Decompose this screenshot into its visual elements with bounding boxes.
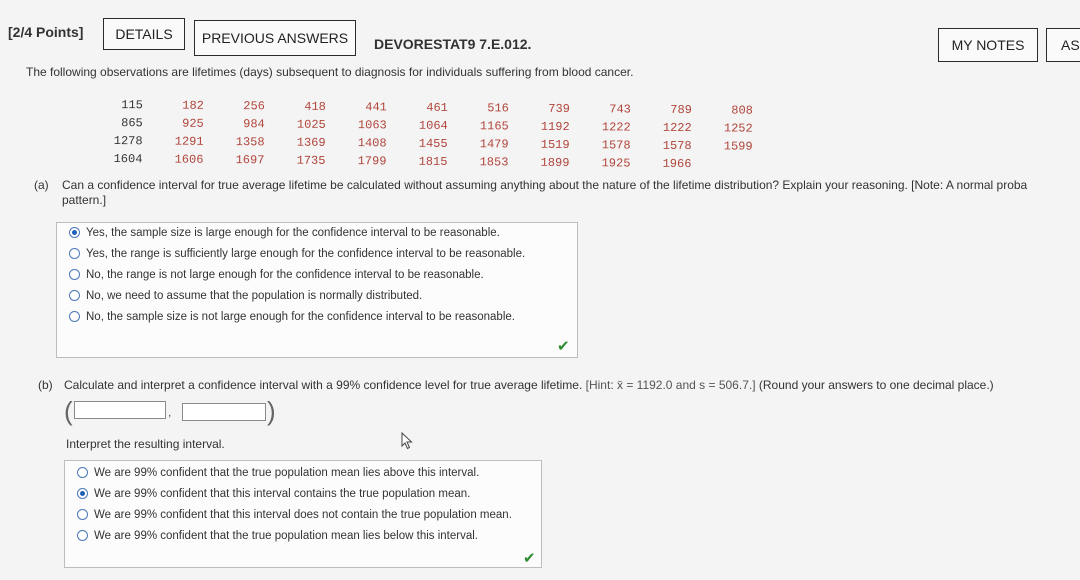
part-a-option-label: Yes, the range is sufficiently large eno… xyxy=(86,247,526,260)
previous-answers-button[interactable]: PREVIOUS ANSWERS xyxy=(194,20,356,56)
table-cell: 1025 xyxy=(296,117,326,132)
part-a-option-4[interactable]: No, we need to assume that the populatio… xyxy=(57,285,577,306)
table-cell: 1519 xyxy=(540,137,570,153)
table-cell: 1064 xyxy=(418,118,448,133)
table-cell: 461 xyxy=(426,100,448,115)
radio-button[interactable] xyxy=(69,311,80,322)
table-cell: 1578 xyxy=(601,138,631,153)
radio-button[interactable] xyxy=(77,509,88,520)
table-cell: 925 xyxy=(182,116,204,131)
table-cell: 739 xyxy=(548,101,570,117)
part-b-question-text: Calculate and interpret a confidence int… xyxy=(64,378,583,392)
table-cell: 1291 xyxy=(174,134,204,149)
table-cell: 1606 xyxy=(174,152,204,167)
table-cell: 984 xyxy=(243,117,265,132)
part-b-option-4[interactable]: We are 99% confident that the true popul… xyxy=(65,525,541,546)
table-cell: 1222 xyxy=(601,120,631,135)
table-cell: 1578 xyxy=(662,138,692,154)
part-a-question-line1: Can a confidence interval for true avera… xyxy=(62,178,1028,192)
ask-button[interactable]: AS xyxy=(1046,28,1080,62)
table-cell: 1899 xyxy=(540,155,570,171)
ci-lower-input[interactable] xyxy=(74,401,166,419)
table-cell: 1165 xyxy=(479,119,509,134)
close-paren: ) xyxy=(267,396,276,426)
table-cell: 1192 xyxy=(540,119,570,135)
part-a-option-label: No, the sample size is not large enough … xyxy=(86,310,515,323)
part-a-question-line2: pattern.] xyxy=(62,193,107,207)
table-cell: 418 xyxy=(304,99,326,114)
observations-table: 115 182 256 418 441 461 516 739 743 789 808 865 925 9… xyxy=(107,96,779,174)
part-a-question: (a) Can a confidence interval for true av… xyxy=(34,178,1080,208)
details-button[interactable]: DETAILS xyxy=(103,18,185,50)
table-cell: 1479 xyxy=(479,137,509,152)
question-id: DEVORESTAT9 7.E.012. xyxy=(374,36,532,52)
table-cell: 1604 xyxy=(113,152,143,167)
table-cell: 1735 xyxy=(296,153,326,168)
points-label: [2/4 Points] xyxy=(8,24,84,40)
part-a-option-2[interactable]: Yes, the range is sufficiently large eno… xyxy=(57,243,577,264)
table-cell: 182 xyxy=(182,98,204,113)
table-cell: 1966 xyxy=(662,156,692,172)
part-b-option-2[interactable]: We are 99% confident that this interval … xyxy=(65,483,541,504)
table-cell: 1697 xyxy=(235,153,265,168)
table-cell: 1853 xyxy=(479,155,509,170)
table-cell: 1815 xyxy=(418,154,448,169)
table-cell: 1799 xyxy=(357,154,387,169)
table-cell: 1369 xyxy=(296,135,326,150)
check-icon: ✔ xyxy=(523,550,536,567)
part-b-option-label: We are 99% confident that this interval … xyxy=(94,487,471,500)
part-b-hint: [Hint: x̄ = 1192.0 and s = 506.7.] xyxy=(585,378,756,392)
part-b-options: We are 99% confident that the true popul… xyxy=(64,460,542,568)
part-a-option-5[interactable]: No, the sample size is not large enough … xyxy=(57,306,577,327)
comma-separator: , xyxy=(168,405,172,419)
mouse-cursor-icon xyxy=(401,431,413,455)
radio-button[interactable] xyxy=(77,467,88,478)
part-a-label: (a) xyxy=(34,178,49,192)
part-a-option-label: Yes, the sample size is large enough for… xyxy=(86,226,500,239)
check-icon: ✔ xyxy=(557,338,570,355)
part-b-question: (b) Calculate and interpret a confidence … xyxy=(38,378,1078,392)
intro-text: The following observations are lifetimes… xyxy=(26,65,634,79)
table-cell: 1278 xyxy=(113,134,143,149)
table-cell: 789 xyxy=(670,102,692,118)
table-cell: 1599 xyxy=(723,139,753,154)
open-paren: ( xyxy=(64,396,73,426)
table-cell: 865 xyxy=(121,116,143,131)
table-cell: 1358 xyxy=(235,135,265,150)
radio-button[interactable] xyxy=(77,488,88,499)
table-cell: 1455 xyxy=(418,136,448,151)
part-a-option-label: No, we need to assume that the populatio… xyxy=(86,289,423,302)
part-a-options: Yes, the sample size is large enough for… xyxy=(56,222,578,358)
radio-button[interactable] xyxy=(69,248,80,259)
table-cell: 256 xyxy=(243,99,265,114)
table-cell: 1408 xyxy=(357,136,387,151)
part-b-option-label: We are 99% confident that this interval … xyxy=(94,508,512,521)
radio-button[interactable] xyxy=(77,530,88,541)
part-b-round-note: (Round your answers to one decimal place… xyxy=(758,378,994,392)
part-b-option-label: We are 99% confident that the true popul… xyxy=(94,529,478,542)
table-cell: 115 xyxy=(121,98,143,113)
table-cell: 516 xyxy=(487,101,509,116)
table-cell: 808 xyxy=(731,103,753,118)
table-cell: 1925 xyxy=(601,156,631,171)
part-a-option-label: No, the range is not large enough for th… xyxy=(86,268,484,281)
ci-upper-input[interactable] xyxy=(182,403,266,421)
part-b-option-label: We are 99% confident that the true popul… xyxy=(94,466,480,479)
radio-button[interactable] xyxy=(69,269,80,280)
table-cell: 743 xyxy=(609,102,631,117)
my-notes-button[interactable]: MY NOTES xyxy=(938,28,1038,62)
radio-button[interactable] xyxy=(69,290,80,301)
table-cell: 1063 xyxy=(357,118,387,133)
table-cell: 1222 xyxy=(662,120,692,136)
interpret-label: Interpret the resulting interval. xyxy=(66,437,225,451)
table-cell: 1252 xyxy=(723,121,753,136)
part-a-option-1[interactable]: Yes, the sample size is large enough for… xyxy=(57,222,577,243)
part-b-option-1[interactable]: We are 99% confident that the true popul… xyxy=(65,462,541,483)
radio-button[interactable] xyxy=(69,227,80,238)
part-b-label: (b) xyxy=(38,378,53,392)
part-b-option-3[interactable]: We are 99% confident that this interval … xyxy=(65,504,541,525)
table-cell: 441 xyxy=(365,100,387,115)
part-a-option-3[interactable]: No, the range is not large enough for th… xyxy=(57,264,577,285)
